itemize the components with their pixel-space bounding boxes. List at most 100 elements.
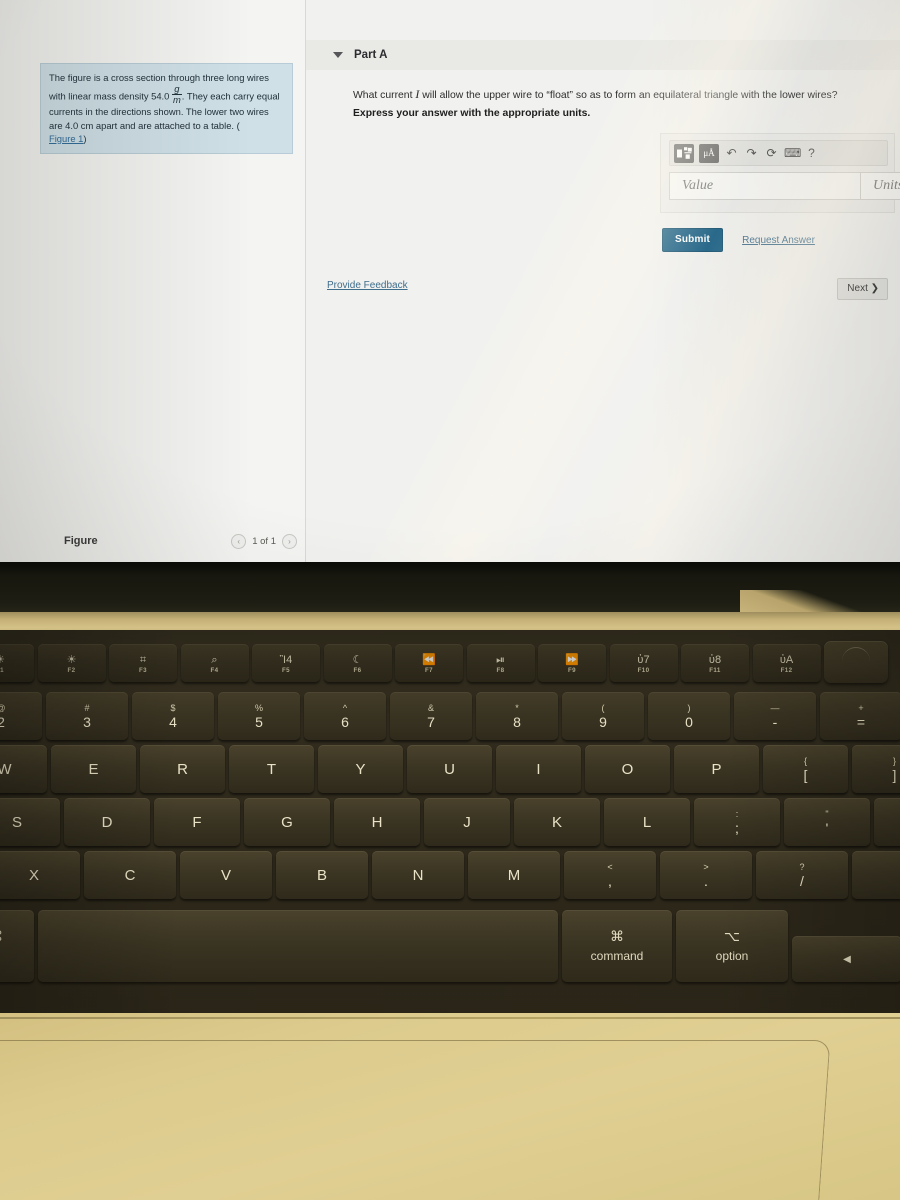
key-m[interactable]: M [468,851,560,899]
units-micro-angstrom-icon[interactable]: μÅ [699,143,719,163]
key-x[interactable]: X [0,851,80,899]
key-=[interactable]: + = [820,692,900,740]
key-h[interactable]: H [334,798,420,846]
figure-title: Figure [64,535,98,547]
key-f7[interactable]: ⏪ F7 [395,644,463,682]
key-u[interactable]: U [407,745,492,793]
key-l[interactable]: L [604,798,690,846]
caption-line-1: The figure is a cross section through th… [49,72,269,83]
submit-button[interactable]: Submit [662,228,724,252]
key--[interactable]: — - [734,692,816,740]
key-f11[interactable]: ὐ8 F11 [681,644,749,682]
key-c[interactable]: C [84,851,176,899]
key-0[interactable]: ) 0 [648,692,730,740]
figure-prev-button[interactable]: ‹ [231,533,247,549]
key-label: F3 [138,667,148,674]
key-punct-semicolon[interactable]: :; [694,798,780,846]
key-space[interactable] [38,910,558,982]
laptop-screen: Review The figure is a cross section thr… [0,0,900,562]
key-shift-label: $ [170,703,176,713]
key-7[interactable]: & 7 [390,692,472,740]
key-label: ] [892,767,897,783]
next-button[interactable]: Next ❯ [837,278,888,300]
key-label: G [281,813,293,831]
value-input[interactable] [669,172,861,200]
key-label: R [177,760,188,778]
rewind-icon: ⏪ [422,654,436,666]
key-label: ' [825,820,829,836]
key-return[interactable] [874,798,900,846]
key-j[interactable]: J [424,798,510,846]
key-b[interactable]: B [276,851,368,899]
key-f4[interactable]: ⌕ F4 [180,644,249,682]
figure-next-button[interactable]: › [282,533,297,549]
touch-id-icon[interactable] [824,641,888,683]
math-template-icon[interactable] [674,143,694,163]
key-k[interactable]: K [514,798,600,846]
trackpad[interactable] [0,1040,831,1200]
key-o[interactable]: O [585,745,670,793]
key-f8[interactable]: ⏯ F8 [466,644,535,682]
key-w[interactable]: W [0,745,47,793]
redo-icon[interactable]: ↷ [744,147,759,159]
key-n[interactable]: N [372,851,464,899]
key-4[interactable]: $4 [132,692,214,740]
key-r[interactable]: R [140,745,225,793]
key-label: I [536,760,541,778]
key-shift-right[interactable] [852,851,900,899]
keyboard-icon[interactable]: ⌨ [784,147,801,159]
key-d[interactable]: D [64,798,150,846]
key-2[interactable]: @2 [0,692,42,740]
key-punct-comma[interactable]: <, [564,851,656,899]
key-3[interactable]: #3 [46,692,128,740]
key-arrow-left[interactable]: ◀ [792,936,900,982]
key-e[interactable]: E [51,745,136,793]
key-8[interactable]: * 8 [476,692,558,740]
key-label: 7 [427,714,435,730]
chevron-down-icon[interactable] [333,52,343,58]
provide-feedback-link[interactable]: Provide Feedback [327,280,408,291]
do-not-disturb-moon-icon: ☾ [352,654,363,666]
key-t[interactable]: T [229,745,314,793]
key-punct-period[interactable]: >. [660,851,752,899]
palm-rest-seam [0,1017,900,1019]
key-command-left[interactable]: ⌘d [0,910,34,982]
key-y[interactable]: Y [318,745,403,793]
key-f5[interactable]: Ἲ4 F5 [252,644,320,682]
undo-icon[interactable]: ↶ [724,147,739,159]
key-f2[interactable]: ☀ F2 [37,644,106,682]
figure-1-link[interactable]: Figure 1 [49,133,83,144]
units-icon-label: μÅ [703,148,715,158]
key-5[interactable]: % 5 [218,692,300,740]
request-answer-link[interactable]: Request Answer [742,235,815,246]
reset-icon[interactable]: ⟳ [764,147,779,159]
key-g[interactable]: G [244,798,330,846]
part-a-header[interactable]: Part A [306,40,900,70]
key-bracket-][interactable]: }] [852,745,900,793]
key-label: - [772,714,778,730]
key-6[interactable]: ^ 6 [304,692,386,740]
brightness-up-icon: ☀ [66,654,77,666]
keyboard-deck: ☀F1☀F2⌗F3⌕F4Ἲ4F5☾F6⏪F7⏯F8⏩F9ὐ7F10ὐ8F11ὐA… [0,630,900,1018]
key-f1[interactable]: ☀F1 [0,644,34,682]
key-f3[interactable]: ⌗ F3 [109,644,177,682]
key-s[interactable]: S [0,798,60,846]
key-f[interactable]: F [154,798,240,846]
figure-pager: ‹ 1 of 1 › [231,533,297,549]
key-f9[interactable]: ⏩ F9 [538,644,606,682]
key-punct-quote[interactable]: " ' [784,798,870,846]
key-9[interactable]: (9 [562,692,644,740]
key-punct-slash[interactable]: ? / [756,851,848,899]
key-f6[interactable]: ☾ F6 [323,644,392,682]
key-f12[interactable]: ὐA F12 [752,644,821,682]
key-v[interactable]: V [180,851,272,899]
help-icon[interactable]: ? [804,147,819,159]
key-command-right[interactable]: ⌘ command [562,910,672,982]
key-p[interactable]: P [674,745,759,793]
key-option-right[interactable]: ⌥ option [676,910,788,982]
key-bracket-[[interactable]: {[ [763,745,848,793]
volume-up-icon: ὐA [779,654,794,666]
key-f10[interactable]: ὐ7 F10 [609,644,678,682]
units-input[interactable] [860,172,900,200]
key-i[interactable]: I [496,745,581,793]
